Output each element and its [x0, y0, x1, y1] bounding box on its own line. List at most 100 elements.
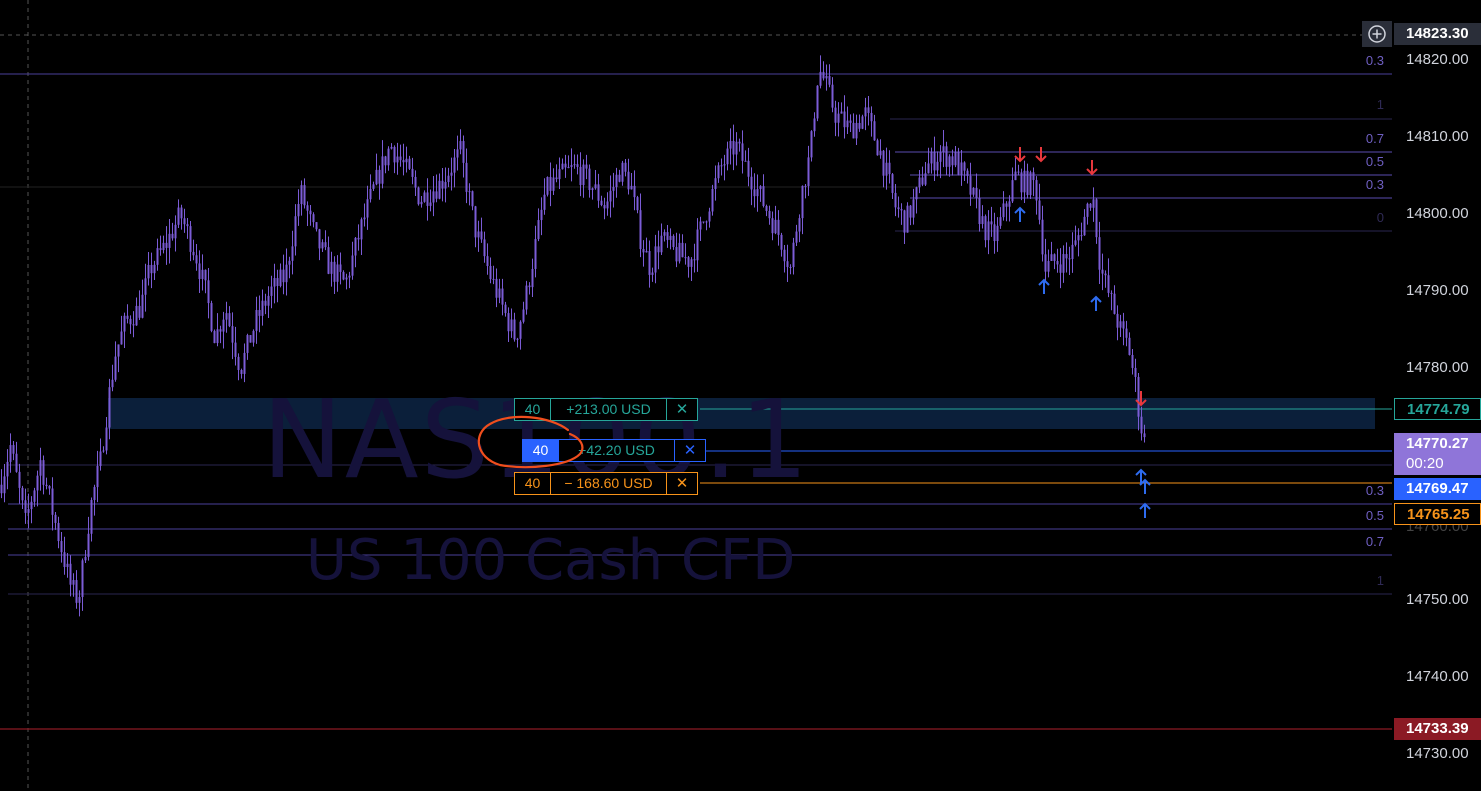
candle-body [33, 490, 36, 502]
candle-body [153, 264, 156, 274]
candle-body [96, 465, 99, 488]
candle-body [993, 224, 996, 242]
candle-body [426, 192, 429, 206]
candle-body [1008, 201, 1011, 207]
candle-body [483, 239, 486, 257]
candle-body [444, 182, 447, 189]
candle-body [456, 149, 459, 158]
candle-body [342, 271, 345, 280]
candle-body [246, 335, 249, 353]
candle-body [879, 150, 882, 156]
candle-body [609, 190, 612, 202]
candle-body [588, 168, 591, 190]
candle-body [810, 131, 813, 158]
candle-body [1050, 254, 1053, 261]
candle-body [399, 156, 402, 161]
candle-body [0, 484, 3, 494]
candle-body [381, 156, 384, 184]
candle-body [963, 162, 966, 171]
candle-body [720, 165, 723, 167]
candle-body [441, 180, 444, 189]
candle-body [981, 216, 984, 225]
candle-body [1062, 254, 1065, 273]
candle-body [1047, 260, 1050, 272]
candle-body [12, 445, 15, 454]
candle-body [1128, 337, 1131, 355]
candle-body [150, 264, 153, 274]
candle-body [252, 330, 255, 343]
chart-stage[interactable]: NAS100.1 US 100 Cash CFD 14820.00 14810.… [0, 0, 1481, 791]
candle-body [1143, 433, 1146, 438]
candle-body [723, 164, 726, 166]
candle-body [678, 242, 681, 262]
candle-body [333, 261, 336, 282]
candle-body [1053, 254, 1056, 262]
current-price-tag: 14770.27 00:20 [1394, 433, 1481, 475]
candle-body [186, 224, 189, 227]
close-icon[interactable]: ✕ [675, 440, 705, 461]
candle-body [840, 111, 843, 114]
candle-body [1116, 313, 1119, 328]
candle-body [303, 185, 306, 206]
candle-body [822, 71, 825, 79]
candle-body [1077, 235, 1080, 241]
add-alert-button[interactable] [1362, 21, 1392, 47]
candle-body [318, 229, 321, 249]
candle-body [864, 107, 867, 117]
candle-body [243, 352, 246, 374]
buy-arrow-icon [1139, 478, 1151, 494]
crosshair-price-tag: 14823.30 [1394, 23, 1481, 45]
candle-body [117, 344, 120, 357]
close-icon[interactable]: ✕ [667, 399, 697, 420]
candle-body [144, 278, 147, 295]
candle-body [549, 176, 552, 191]
candle-body [123, 315, 126, 332]
fib-level-label: 1 [1376, 573, 1384, 588]
candle-body [114, 356, 117, 380]
candle-body [249, 335, 252, 343]
candle-body [816, 85, 819, 119]
candle-body [519, 321, 522, 339]
candle-body [888, 162, 891, 175]
candle-body [531, 268, 534, 288]
candle-body [708, 211, 711, 222]
candle-body [696, 229, 699, 261]
candle-body [282, 269, 285, 283]
candle-body [501, 288, 504, 305]
candle-body [198, 263, 201, 279]
fib-level-label: 0.3 [1365, 53, 1384, 68]
stop-loss-pnl[interactable]: − 168.60 USD [551, 473, 667, 494]
candle-body [1017, 171, 1020, 173]
candle-body [84, 556, 87, 561]
candle-body [3, 476, 6, 494]
candle-body [369, 188, 372, 200]
candle-body [603, 205, 606, 209]
stop-loss-qty[interactable]: 40 [515, 473, 551, 494]
candle-body [336, 264, 339, 282]
candle-body [360, 219, 363, 240]
candle-body [927, 163, 930, 174]
candle-body [195, 255, 198, 264]
candle-body [600, 200, 603, 206]
candle-body [615, 174, 618, 188]
candle-body [165, 242, 168, 248]
candle-body [1044, 254, 1047, 272]
candle-body [921, 177, 924, 185]
price-chart[interactable] [0, 0, 1481, 791]
candle-body [135, 305, 138, 326]
candle-body [192, 251, 195, 256]
candle-body [537, 220, 540, 240]
candle-body [681, 242, 684, 258]
close-icon[interactable]: ✕ [667, 473, 697, 494]
candle-body [567, 166, 570, 168]
candle-body [675, 247, 678, 262]
candle-body [141, 294, 144, 318]
candle-body [210, 303, 213, 331]
candle-body [942, 146, 945, 153]
candle-body [387, 148, 390, 166]
stop-loss-order[interactable]: 40 − 168.60 USD ✕ [514, 472, 698, 495]
candle-body [951, 156, 954, 166]
candle-body [408, 158, 411, 169]
candle-body [1041, 219, 1044, 255]
candle-body [1080, 235, 1083, 237]
